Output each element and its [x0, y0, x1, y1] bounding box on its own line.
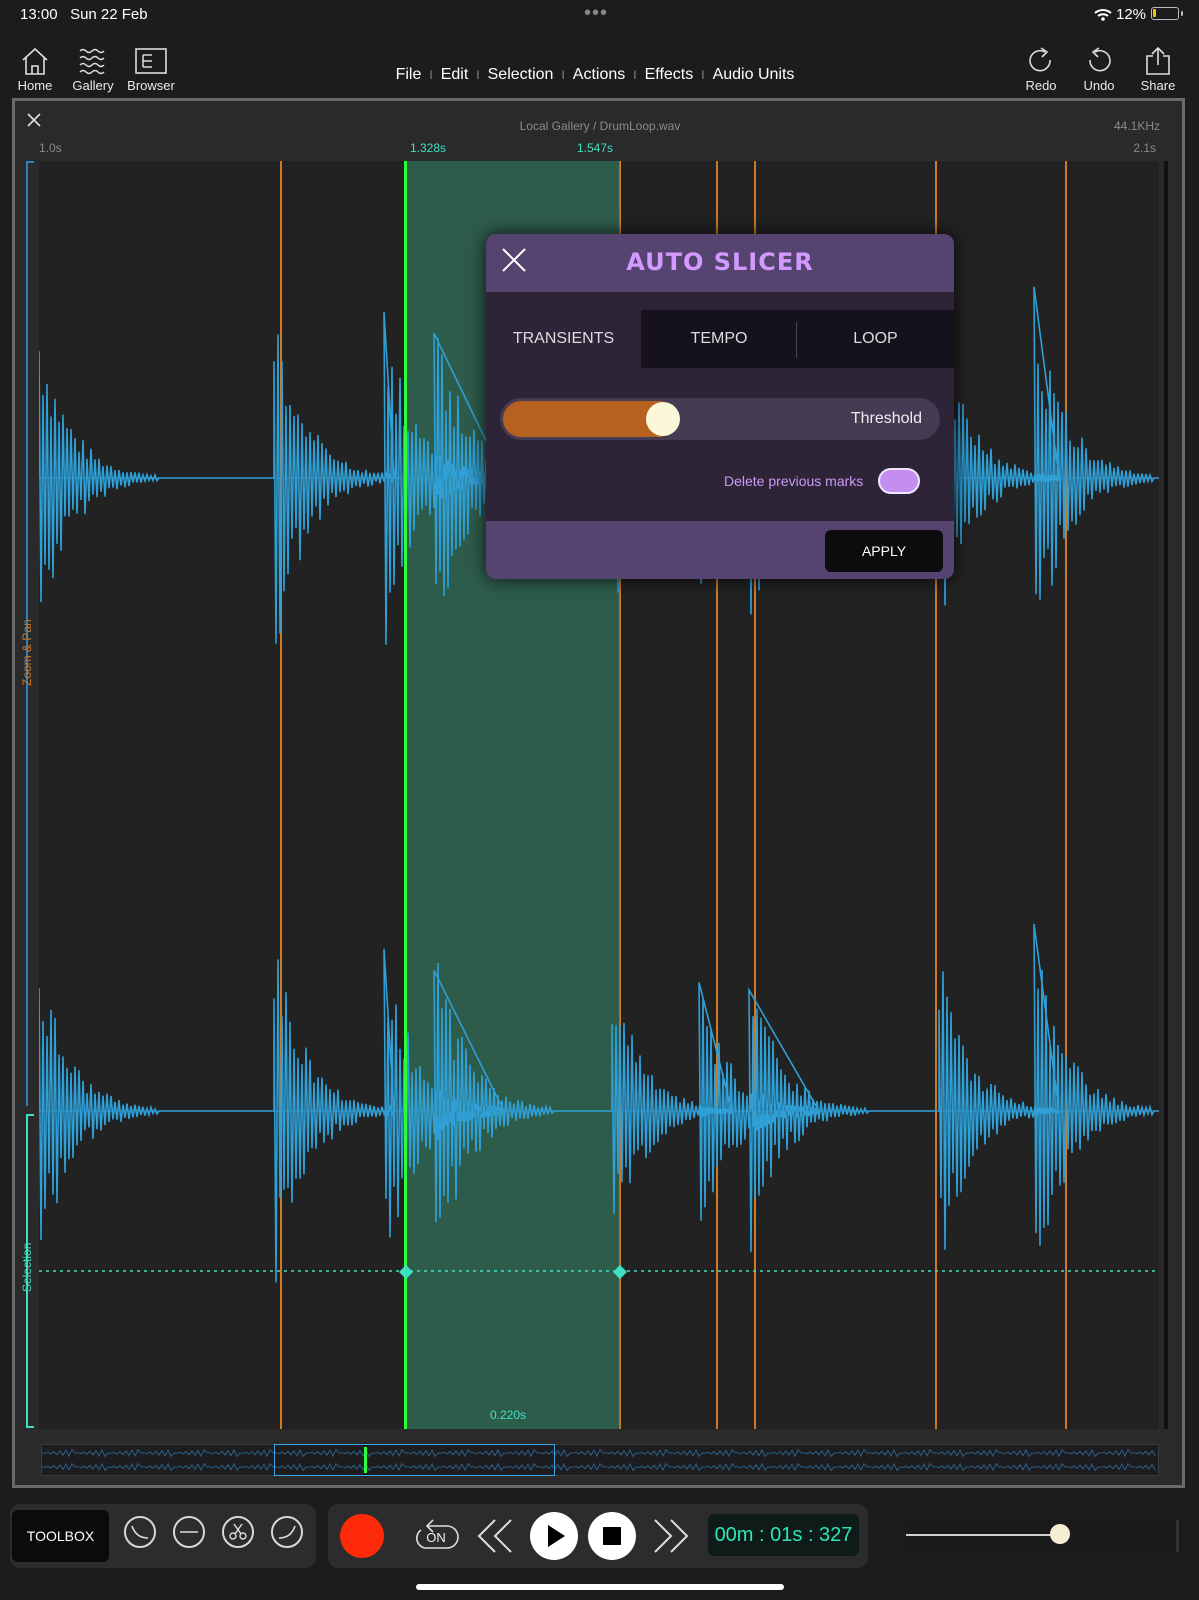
wifi-icon [1094, 9, 1112, 21]
auto-slicer-dialog: AUTO SLICER TRANSIENTS TEMPO LOOP Thresh… [486, 234, 954, 579]
stop-button[interactable] [588, 1512, 636, 1560]
undo-button[interactable]: Undo [1069, 46, 1129, 93]
sample-rate: 44.1KHz [1113, 119, 1160, 133]
volume-end-cap [1176, 1520, 1179, 1552]
selection-end-label: 1.547s [577, 141, 614, 155]
battery-tip [1181, 11, 1183, 16]
menu-effects[interactable]: Effects [645, 66, 694, 83]
silence-button[interactable] [173, 1516, 205, 1548]
gallery-button[interactable]: Gallery [63, 46, 123, 93]
tab-loop[interactable]: LOOP [797, 310, 954, 368]
gallery-label: Gallery [72, 78, 114, 93]
selection-bar-cap [26, 1114, 34, 1116]
undo-icon [1089, 47, 1111, 72]
battery-icon [1151, 7, 1179, 20]
close-icon[interactable] [26, 112, 42, 128]
tab-transients[interactable]: TRANSIENTS [486, 310, 641, 368]
overview-viewport[interactable] [274, 1444, 555, 1476]
play-button[interactable] [530, 1512, 578, 1560]
time-start: 1.0s [39, 141, 62, 155]
menu-audio-units[interactable]: Audio Units [713, 66, 795, 83]
status-time: 13:00 Sun 22 Feb [20, 6, 148, 23]
tab-divider [796, 322, 797, 358]
overview-strip[interactable] [41, 1444, 1159, 1476]
silence-icon [180, 1531, 198, 1533]
undo-label: Undo [1083, 78, 1115, 93]
toolbox-button[interactable]: TOOLBOX [12, 1510, 109, 1562]
loop-label: ON [426, 1530, 446, 1545]
playhead[interactable] [404, 161, 407, 1429]
volume-track-bottom[interactable] [906, 1538, 1186, 1552]
dialog-title: AUTO SLICER [626, 248, 814, 276]
menu-file[interactable]: File [396, 66, 422, 83]
record-button[interactable] [340, 1514, 384, 1558]
vertical-scrollbar[interactable] [1164, 161, 1168, 1429]
threshold-knob[interactable] [646, 402, 681, 436]
browser-icon [135, 48, 167, 74]
menu-edit[interactable]: Edit [441, 66, 469, 83]
menu-separator: I [701, 68, 705, 82]
time-display: 00m : 01s : 327 [708, 1514, 859, 1556]
fade-in-icon [131, 1525, 149, 1539]
selection-bar-cap [26, 1426, 34, 1428]
home-button[interactable]: Home [5, 46, 65, 93]
play-icon [548, 1525, 565, 1547]
selection-side-label: Selection [20, 1242, 34, 1292]
zoom-pan-label: Zoom & Pan [20, 619, 34, 686]
volume-fill [906, 1534, 1060, 1536]
menu-selection[interactable]: Selection [488, 66, 554, 83]
selection-length: 0.220s [490, 1408, 527, 1422]
multitask-dots[interactable]: ••• [584, 2, 608, 25]
threshold-fill [503, 401, 664, 437]
selection-start-label: 1.328s [410, 141, 447, 155]
stop-icon [603, 1527, 621, 1545]
redo-label: Redo [1025, 78, 1057, 93]
waveform-channel-right [39, 923, 1159, 1283]
waves-icon [79, 48, 105, 75]
home-icon [22, 47, 48, 75]
delete-previous-marks-label: Delete previous marks [724, 473, 864, 489]
rewind-icon[interactable] [475, 1516, 515, 1556]
volume-track-top[interactable] [906, 1520, 1186, 1534]
fade-out-icon [278, 1525, 296, 1539]
menu-separator: I [561, 68, 565, 82]
battery-percent: 12% [1116, 6, 1147, 23]
redo-button[interactable]: Redo [1011, 46, 1071, 93]
fade-in-button[interactable] [124, 1516, 156, 1548]
share-icon [1146, 46, 1170, 75]
overview-playhead [364, 1447, 367, 1473]
apply-button[interactable]: APPLY [825, 530, 943, 572]
menu-separator: I [429, 68, 433, 82]
cut-button[interactable] [222, 1516, 254, 1548]
main-menu: File I Edit I Selection I Actions I Effects I Audi… [370, 66, 820, 84]
home-indicator[interactable] [416, 1584, 784, 1590]
selection-end-handle[interactable] [611, 1263, 629, 1281]
fast-forward-icon[interactable] [651, 1516, 691, 1556]
file-path: Local Gallery / DrumLoop.wav [519, 119, 681, 133]
browser-button[interactable]: Browser [121, 46, 181, 93]
fade-out-button[interactable] [271, 1516, 303, 1548]
home-label: Home [17, 78, 53, 93]
threshold-label: Threshold [850, 410, 922, 427]
loop-button[interactable]: ON [413, 1514, 459, 1558]
browser-label: Browser [127, 78, 175, 93]
overview-waveform [41, 1448, 1156, 1472]
menu-separator: I [476, 68, 480, 82]
menu-separator: I [633, 68, 637, 82]
volume-knob[interactable] [1050, 1524, 1070, 1544]
selection-start-handle[interactable] [397, 1263, 415, 1281]
tab-tempo[interactable]: TEMPO [641, 310, 797, 368]
menu-actions[interactable]: Actions [573, 66, 625, 83]
share-label: Share [1140, 78, 1176, 93]
zoom-pan-cap [26, 161, 34, 163]
share-button[interactable]: Share [1128, 46, 1188, 93]
delete-previous-marks-toggle[interactable] [878, 468, 920, 494]
cut-icon [229, 1523, 247, 1540]
time-end: 2.1s [1133, 141, 1156, 155]
redo-icon [1029, 47, 1051, 72]
